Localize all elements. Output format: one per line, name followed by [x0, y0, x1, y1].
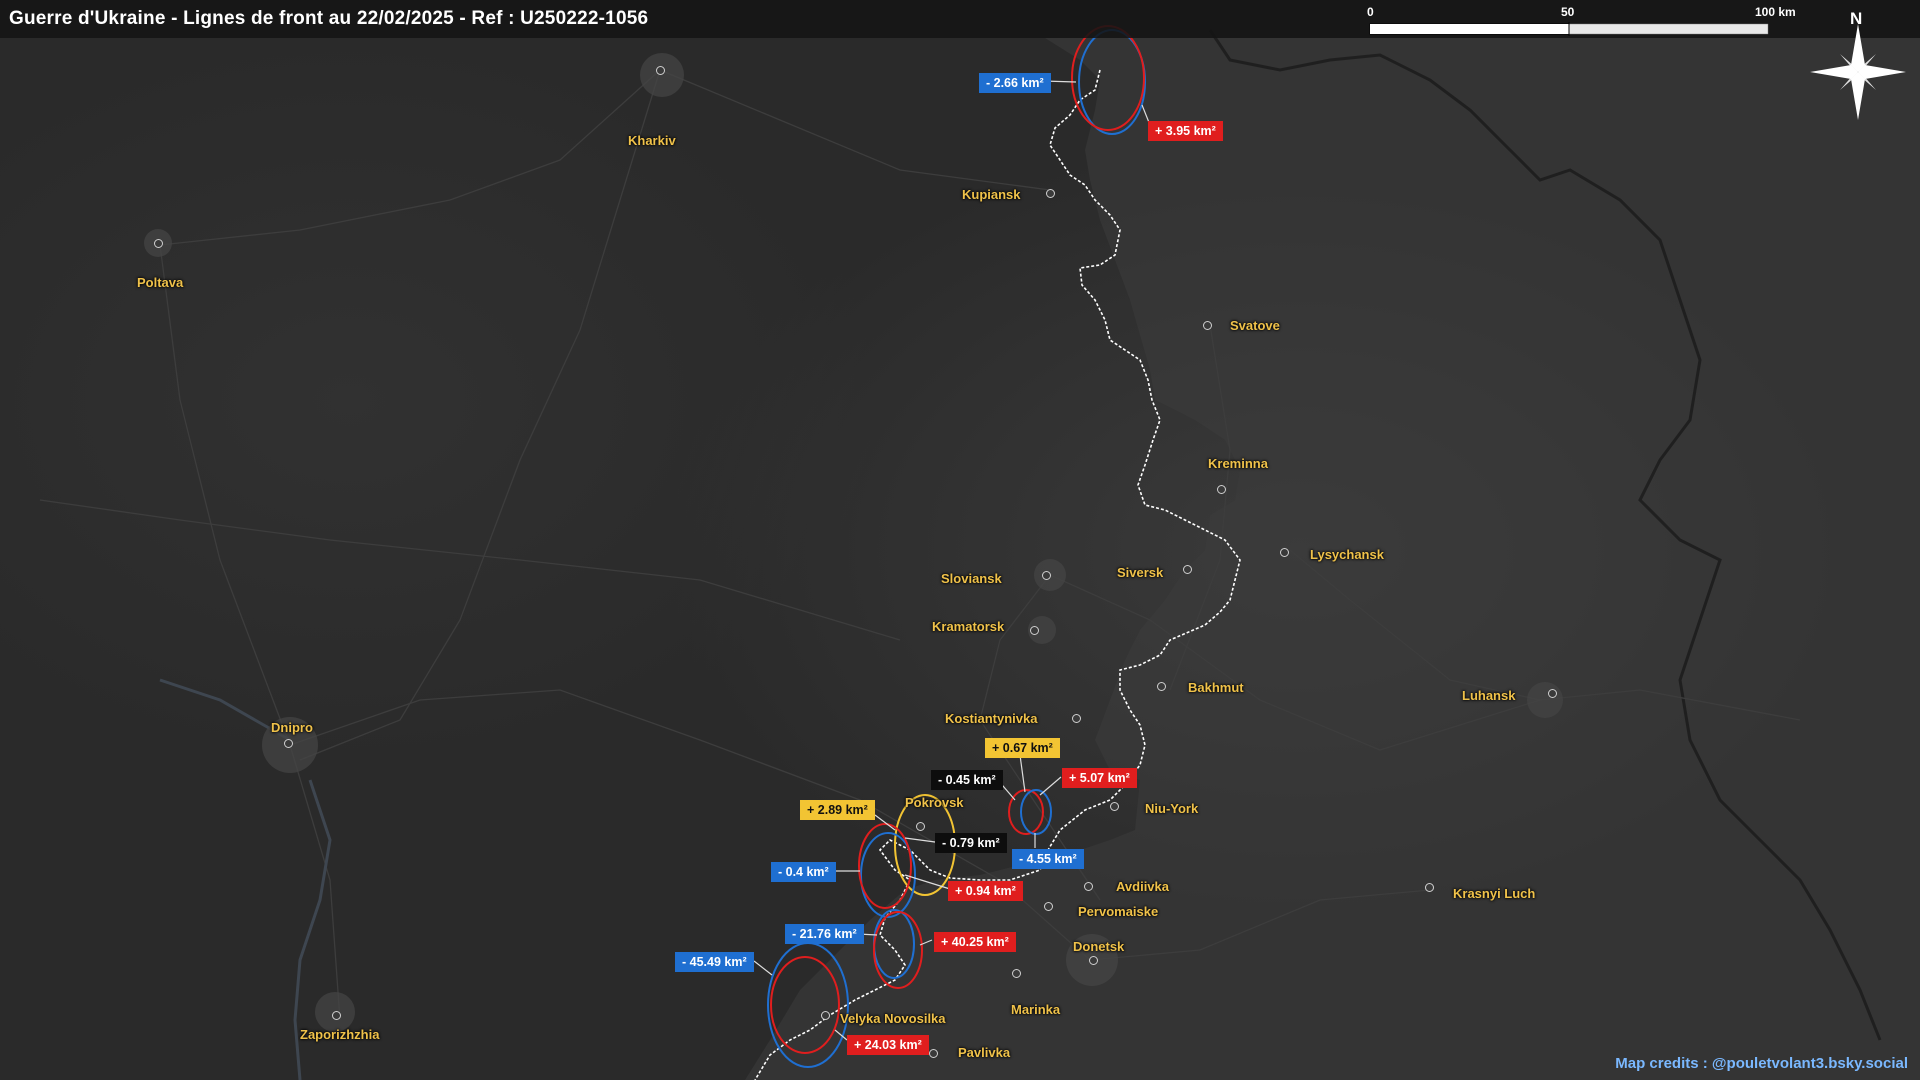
city-label[interactable]: Svatove: [1230, 318, 1280, 333]
city-label[interactable]: Kupiansk: [962, 187, 1021, 202]
city-label[interactable]: Dnipro: [271, 720, 313, 735]
city-label[interactable]: Niu-York: [1145, 801, 1198, 816]
map-canvas[interactable]: Kharkiv Kupiansk Poltava Svatove Kreminna Lys…: [0, 0, 1920, 1080]
city-marker[interactable]: [1548, 689, 1557, 698]
city-marker[interactable]: [1089, 956, 1098, 965]
city-marker[interactable]: [929, 1049, 938, 1058]
city-marker[interactable]: [821, 1011, 830, 1020]
scale-label-100: 100 km: [1755, 5, 1796, 19]
title-bar: Guerre d'Ukraine - Lignes de front au 22…: [0, 0, 1920, 38]
change-badge-neutral[interactable]: - 0.79 km²: [935, 833, 1007, 853]
zone-pokrovsk-red: [858, 823, 912, 909]
city-label[interactable]: Bakhmut: [1188, 680, 1244, 695]
city-label[interactable]: Kreminna: [1208, 456, 1268, 471]
change-badge-loss[interactable]: - 21.76 km²: [785, 924, 864, 944]
change-badge-yellow[interactable]: + 2.89 km²: [800, 800, 875, 820]
change-badge-loss[interactable]: - 0.4 km²: [771, 862, 836, 882]
city-marker[interactable]: [154, 239, 163, 248]
city-marker[interactable]: [332, 1011, 341, 1020]
city-label[interactable]: Kramatorsk: [932, 619, 1004, 634]
change-badge-gain[interactable]: + 5.07 km²: [1062, 768, 1137, 788]
city-marker[interactable]: [1157, 682, 1166, 691]
city-label[interactable]: Avdiivka: [1116, 879, 1169, 894]
city-marker[interactable]: [656, 66, 665, 75]
city-marker[interactable]: [1044, 902, 1053, 911]
change-badge-loss[interactable]: - 45.49 km²: [675, 952, 754, 972]
change-badge-yellow[interactable]: + 0.67 km²: [985, 738, 1060, 758]
city-marker[interactable]: [284, 739, 293, 748]
city-label[interactable]: Kharkiv: [628, 133, 676, 148]
zone-velyka-blue: [767, 942, 849, 1068]
city-label[interactable]: Kostiantynivka: [945, 711, 1037, 726]
change-badge-gain[interactable]: + 40.25 km²: [934, 932, 1016, 952]
city-label[interactable]: Pavlivka: [958, 1045, 1010, 1060]
zone-velyka-red: [770, 956, 840, 1054]
city-marker[interactable]: [1012, 969, 1021, 978]
change-badge-loss[interactable]: - 2.66 km²: [979, 73, 1051, 93]
city-label[interactable]: Velyka Novosilka: [840, 1011, 946, 1026]
city-label[interactable]: Sloviansk: [941, 571, 1002, 586]
north-label: N: [1850, 9, 1863, 28]
city-label[interactable]: Zaporizhzhia: [300, 1027, 379, 1042]
zone-north-red: [1071, 25, 1145, 131]
city-label[interactable]: Donetsk: [1073, 939, 1124, 954]
map-credits[interactable]: Map credits : @pouletvolant3.bsky.social: [1615, 1055, 1908, 1072]
city-marker[interactable]: [1217, 485, 1226, 494]
city-marker[interactable]: [1183, 565, 1192, 574]
scale-label-0: 0: [1367, 5, 1374, 19]
map-title: Guerre d'Ukraine - Lignes de front au 22…: [9, 8, 649, 29]
city-marker[interactable]: [1072, 714, 1081, 723]
city-label[interactable]: Pokrovsk: [905, 795, 964, 810]
change-badge-gain[interactable]: + 24.03 km²: [847, 1035, 929, 1055]
city-label[interactable]: Luhansk: [1462, 688, 1515, 703]
city-marker[interactable]: [916, 822, 925, 831]
city-marker[interactable]: [1046, 189, 1055, 198]
city-marker[interactable]: [1042, 571, 1051, 580]
city-label[interactable]: Siversk: [1117, 565, 1163, 580]
city-label[interactable]: Krasnyi Luch: [1453, 886, 1535, 901]
zone-kurakhove-blue: [873, 909, 915, 979]
city-marker[interactable]: [1280, 548, 1289, 557]
zone-toretsk-blue: [1020, 789, 1052, 835]
change-badge-gain[interactable]: + 0.94 km²: [948, 881, 1023, 901]
city-marker[interactable]: [1084, 882, 1093, 891]
city-marker[interactable]: [1203, 321, 1212, 330]
change-badge-loss[interactable]: - 4.55 km²: [1012, 849, 1084, 869]
city-marker[interactable]: [1030, 626, 1039, 635]
city-label[interactable]: Pervomaiske: [1078, 904, 1158, 919]
scale-label-50: 50: [1561, 5, 1575, 19]
city-marker[interactable]: [1425, 883, 1434, 892]
city-marker[interactable]: [1110, 802, 1119, 811]
city-label[interactable]: Marinka: [1011, 1002, 1060, 1017]
change-badge-neutral[interactable]: - 0.45 km²: [931, 770, 1003, 790]
city-label[interactable]: Lysychansk: [1310, 547, 1384, 562]
change-badge-gain[interactable]: + 3.95 km²: [1148, 121, 1223, 141]
change-zones-layer: [753, 25, 1151, 1068]
city-label[interactable]: Poltava: [137, 275, 183, 290]
